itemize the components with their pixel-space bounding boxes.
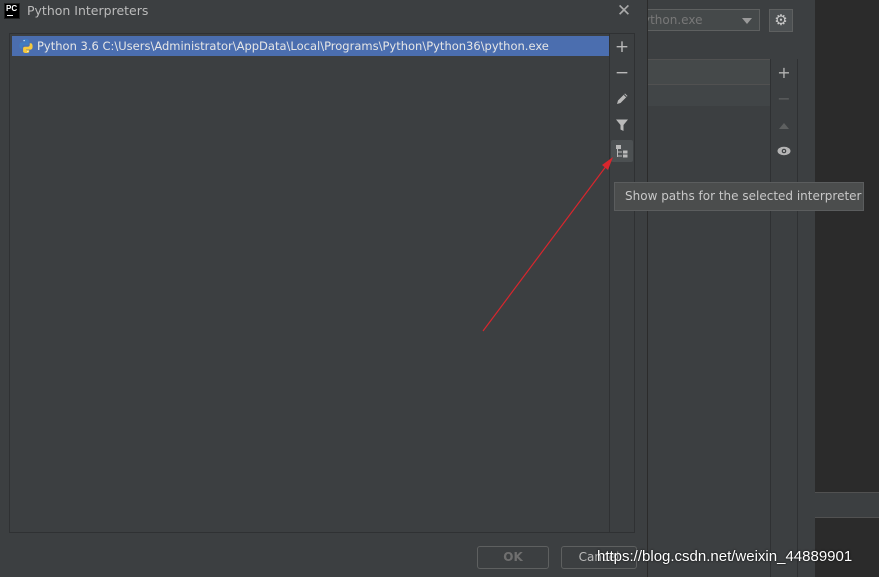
close-icon: ✕ <box>616 1 632 21</box>
minus-icon: − <box>614 63 630 83</box>
logo-bar <box>7 15 13 16</box>
logo-text: PC <box>6 4 18 13</box>
python-interpreters-dialog: PC Python Interpreters ✕ Python 3.6 C:\U… <box>0 0 648 577</box>
up-arrow-icon[interactable] <box>771 114 797 136</box>
plus-icon: + <box>614 37 630 57</box>
plus-icon[interactable]: + <box>771 62 797 84</box>
show-paths-button[interactable] <box>611 140 633 162</box>
python-icon <box>19 39 33 53</box>
background-status-strip <box>815 492 879 518</box>
screen: ython.exe ⚙ + − PC Python Interpreters ✕… <box>0 0 879 577</box>
tooltip-text: Show paths for the selected interpreter <box>625 189 862 203</box>
interpreter-list: Python 3.6 C:\Users\Administrator\AppDat… <box>9 33 610 533</box>
interpreter-toolbar: + − <box>610 33 635 533</box>
filter-icon <box>616 119 628 131</box>
background-editor-area <box>815 0 879 577</box>
watermark-text: https://blog.csdn.net/weixin_44889901 <box>597 548 853 565</box>
dialog-title: Python Interpreters <box>27 3 149 18</box>
background-interpreter-combo-value: ython.exe <box>643 13 703 27</box>
interpreter-label: Python 3.6 C:\Users\Administrator\AppDat… <box>37 39 549 53</box>
eye-icon[interactable] <box>771 140 797 162</box>
background-settings-button[interactable]: ⚙ <box>769 9 793 32</box>
show-paths-tooltip: Show paths for the selected interpreter <box>614 182 864 211</box>
pencil-icon <box>617 93 628 104</box>
interpreter-list-item[interactable]: Python 3.6 C:\Users\Administrator\AppDat… <box>12 36 609 56</box>
add-interpreter-button[interactable]: + <box>611 36 633 58</box>
close-button[interactable]: ✕ <box>614 1 634 21</box>
chevron-down-icon <box>742 18 752 24</box>
filter-button[interactable] <box>611 114 633 136</box>
background-packages-toolbar: + − <box>770 59 798 577</box>
ok-button[interactable]: OK <box>477 546 549 569</box>
dialog-titlebar: PC Python Interpreters ✕ <box>0 0 648 22</box>
minus-icon[interactable]: − <box>771 88 797 110</box>
gear-icon: ⚙ <box>774 11 788 29</box>
ok-button-label: OK <box>503 550 523 564</box>
pycharm-logo-icon: PC <box>4 3 20 19</box>
tree-paths-icon <box>616 145 628 158</box>
remove-interpreter-button[interactable]: − <box>611 62 633 84</box>
edit-interpreter-button[interactable] <box>611 88 633 110</box>
